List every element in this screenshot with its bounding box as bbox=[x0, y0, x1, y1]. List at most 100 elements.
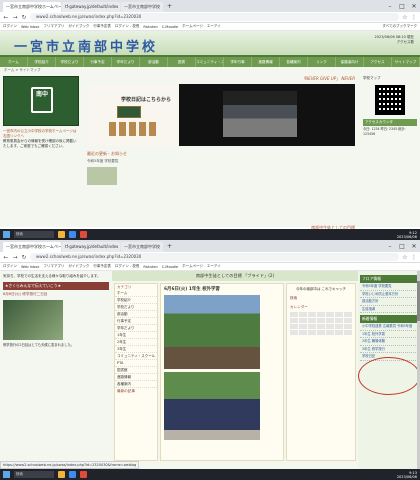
goal-banner[interactable]: 南部中生徒としての目標 「ブライド」(2) bbox=[112, 271, 358, 281]
nav-item[interactable]: 学校だより bbox=[56, 57, 84, 67]
menu-item[interactable]: 進路情報 bbox=[115, 374, 157, 381]
new-info-item[interactable]: 2年生 職場体験 bbox=[360, 338, 418, 346]
forward-icon[interactable]: → bbox=[12, 254, 18, 261]
news-thumbnail[interactable] bbox=[87, 167, 117, 185]
windows-start-icon[interactable] bbox=[3, 471, 10, 478]
file-explorer-icon[interactable] bbox=[58, 471, 65, 478]
floor-info-item[interactable]: 学校いじめ防止基本方針 bbox=[360, 291, 418, 298]
new-info-item[interactable]: 小中学校連携 広報委員 令和5年度 bbox=[360, 323, 418, 331]
nav-item[interactable]: ホーム bbox=[0, 57, 28, 67]
reload-icon[interactable]: ↻ bbox=[21, 14, 27, 21]
browser-tab[interactable]: 一宮市立南部中学校ホームページへようこそ bbox=[3, 242, 61, 252]
bookmark-item[interactable]: ガイドブック bbox=[68, 264, 89, 269]
new-info-item[interactable]: 1年生 校外学習 bbox=[360, 331, 418, 338]
bookmark-item[interactable]: ログイン bbox=[3, 24, 17, 29]
bookmark-item[interactable]: ログイン - 校長 bbox=[115, 24, 140, 29]
nav-item[interactable]: 進路情報 bbox=[252, 57, 280, 67]
edge-icon[interactable] bbox=[69, 471, 76, 478]
nav-item[interactable]: 部活動 bbox=[140, 57, 168, 67]
star-icon[interactable]: ☆ bbox=[402, 14, 408, 21]
bookmark-item[interactable]: Web Inbox bbox=[21, 265, 39, 269]
menu-item[interactable]: コミュニティ・スクール bbox=[115, 353, 157, 360]
nav-item[interactable]: コミュニティ・スクール bbox=[196, 57, 224, 67]
maximize-icon[interactable]: □ bbox=[396, 2, 408, 12]
bookmark-item[interactable]: エーアイ bbox=[207, 24, 221, 29]
nav-item[interactable]: リンク bbox=[308, 57, 336, 67]
floor-info-item[interactable]: 部活動方針 bbox=[360, 298, 418, 306]
bookmark-item[interactable]: ガイドブック bbox=[68, 24, 89, 29]
bookmark-item[interactable]: エーアイ bbox=[207, 264, 221, 269]
minimize-icon[interactable]: – bbox=[384, 2, 396, 12]
bookmark-item[interactable]: Rakuten bbox=[143, 25, 157, 29]
bookmark-item[interactable]: ホームページ bbox=[182, 24, 203, 29]
edge-icon[interactable] bbox=[69, 231, 76, 238]
diary-link-panel[interactable]: 学校日記はこちらから bbox=[87, 84, 179, 146]
nav-item[interactable]: 学校紹介 bbox=[28, 57, 56, 67]
menu-item[interactable]: 行事予定 bbox=[115, 318, 157, 325]
menu-item[interactable]: 学校だより bbox=[115, 304, 157, 311]
calendar-grid[interactable] bbox=[290, 312, 352, 335]
bookmark-item[interactable]: ログイン bbox=[3, 264, 17, 269]
forward-icon[interactable]: → bbox=[12, 14, 18, 21]
nav-item[interactable]: アクセス bbox=[364, 57, 392, 67]
bookmark-item[interactable]: Web Inbox bbox=[21, 25, 39, 29]
menu-item[interactable]: 学年だより bbox=[115, 325, 157, 332]
nav-item[interactable]: サイトマップ bbox=[392, 57, 420, 67]
menu-item[interactable]: 各種案内 bbox=[115, 381, 157, 388]
left-subheading[interactable]: 6月6日(火) 修学旅行二日目 bbox=[3, 292, 109, 297]
floor-info-item[interactable]: 令和5年度 学校要覧 bbox=[360, 283, 418, 291]
floor-info-item[interactable]: 生徒指導 bbox=[360, 306, 418, 313]
site-title[interactable]: 一宮市立南部中学校 bbox=[14, 36, 158, 55]
menu-item[interactable]: PTA bbox=[115, 360, 157, 367]
windows-start-icon[interactable] bbox=[3, 231, 10, 238]
new-info-item[interactable]: 3年生 修学旅行 bbox=[360, 346, 418, 353]
back-icon[interactable]: ← bbox=[3, 254, 9, 261]
browser-tab[interactable]: 一宮市立南部中学校 bbox=[121, 2, 163, 12]
menu-item[interactable]: ホーム bbox=[115, 290, 157, 297]
menu-item[interactable]: 3年生 bbox=[115, 346, 157, 353]
address-bar[interactable]: www2.schoolweb.ne.jp/swas/index.php?id=2… bbox=[30, 13, 399, 21]
new-tab-button[interactable]: + bbox=[164, 242, 175, 252]
chrome-icon[interactable] bbox=[80, 231, 87, 238]
all-bookmarks-link[interactable]: すべてのブックマーク bbox=[382, 24, 417, 29]
close-icon[interactable]: ✕ bbox=[408, 2, 420, 12]
system-clock[interactable]: 9:12 2023/06/06 bbox=[397, 231, 417, 239]
menu-item[interactable]: 図書館 bbox=[115, 367, 157, 374]
bookmark-item[interactable]: ログイン - 校長 bbox=[115, 264, 140, 269]
menu-icon[interactable]: ⋮ bbox=[411, 254, 417, 261]
news-item[interactable]: 令和5年度 学校要覧 bbox=[87, 159, 355, 164]
nav-item[interactable]: 図書 bbox=[168, 57, 196, 67]
close-icon[interactable]: ✕ bbox=[408, 242, 420, 252]
star-icon[interactable]: ☆ bbox=[402, 254, 408, 261]
back-icon[interactable]: ← bbox=[3, 14, 9, 21]
system-clock[interactable]: 9:13 2023/06/06 bbox=[397, 471, 417, 479]
browser-tab[interactable]: tf-gateway.jp/default/index bbox=[62, 242, 120, 252]
browser-tab[interactable]: tf-gateway.jp/default/index bbox=[62, 2, 120, 12]
reload-icon[interactable]: ↻ bbox=[21, 254, 27, 261]
new-tab-button[interactable]: + bbox=[164, 2, 175, 12]
browser-tab[interactable]: 一宮市立南部中学校ホームページへようこそ bbox=[3, 2, 61, 12]
nav-item[interactable]: 行事予定 bbox=[84, 57, 112, 67]
file-explorer-icon[interactable] bbox=[58, 231, 65, 238]
bookmark-item[interactable]: フリマアプリ bbox=[43, 264, 64, 269]
maximize-icon[interactable]: □ bbox=[396, 242, 408, 252]
bookmark-item[interactable]: C-Moodle bbox=[162, 265, 178, 269]
minimize-icon[interactable]: – bbox=[384, 242, 396, 252]
menu-item[interactable]: 1年生 bbox=[115, 332, 157, 339]
bookmark-item[interactable]: C-Moodle bbox=[162, 25, 178, 29]
bookmark-item[interactable]: 行事予定表 bbox=[93, 264, 111, 269]
nav-item[interactable]: 各種案内 bbox=[280, 57, 308, 67]
chrome-icon[interactable] bbox=[80, 471, 87, 478]
taskbar-search[interactable]: 検索 bbox=[14, 471, 54, 478]
address-bar[interactable]: www2.schoolweb.ne.jp/swas/index.php?id=2… bbox=[30, 253, 399, 261]
diary-link-label[interactable]: 学校日記はこちらから bbox=[121, 96, 171, 103]
taskbar-search[interactable]: 検索 bbox=[14, 231, 54, 238]
hero-slider[interactable]: 学校日記はこちらから bbox=[87, 84, 355, 146]
bookmark-item[interactable]: 行事予定表 bbox=[93, 24, 111, 29]
menu-item[interactable]: 2年生 bbox=[115, 339, 157, 346]
menu-icon[interactable]: ⋮ bbox=[411, 14, 417, 21]
bookmark-item[interactable]: Rakuten bbox=[143, 265, 157, 269]
bookmark-item[interactable]: フリマアプリ bbox=[43, 24, 64, 29]
browser-tab[interactable]: 一宮市立南部中学校 bbox=[121, 242, 163, 252]
nav-item[interactable]: 学年だより bbox=[112, 57, 140, 67]
